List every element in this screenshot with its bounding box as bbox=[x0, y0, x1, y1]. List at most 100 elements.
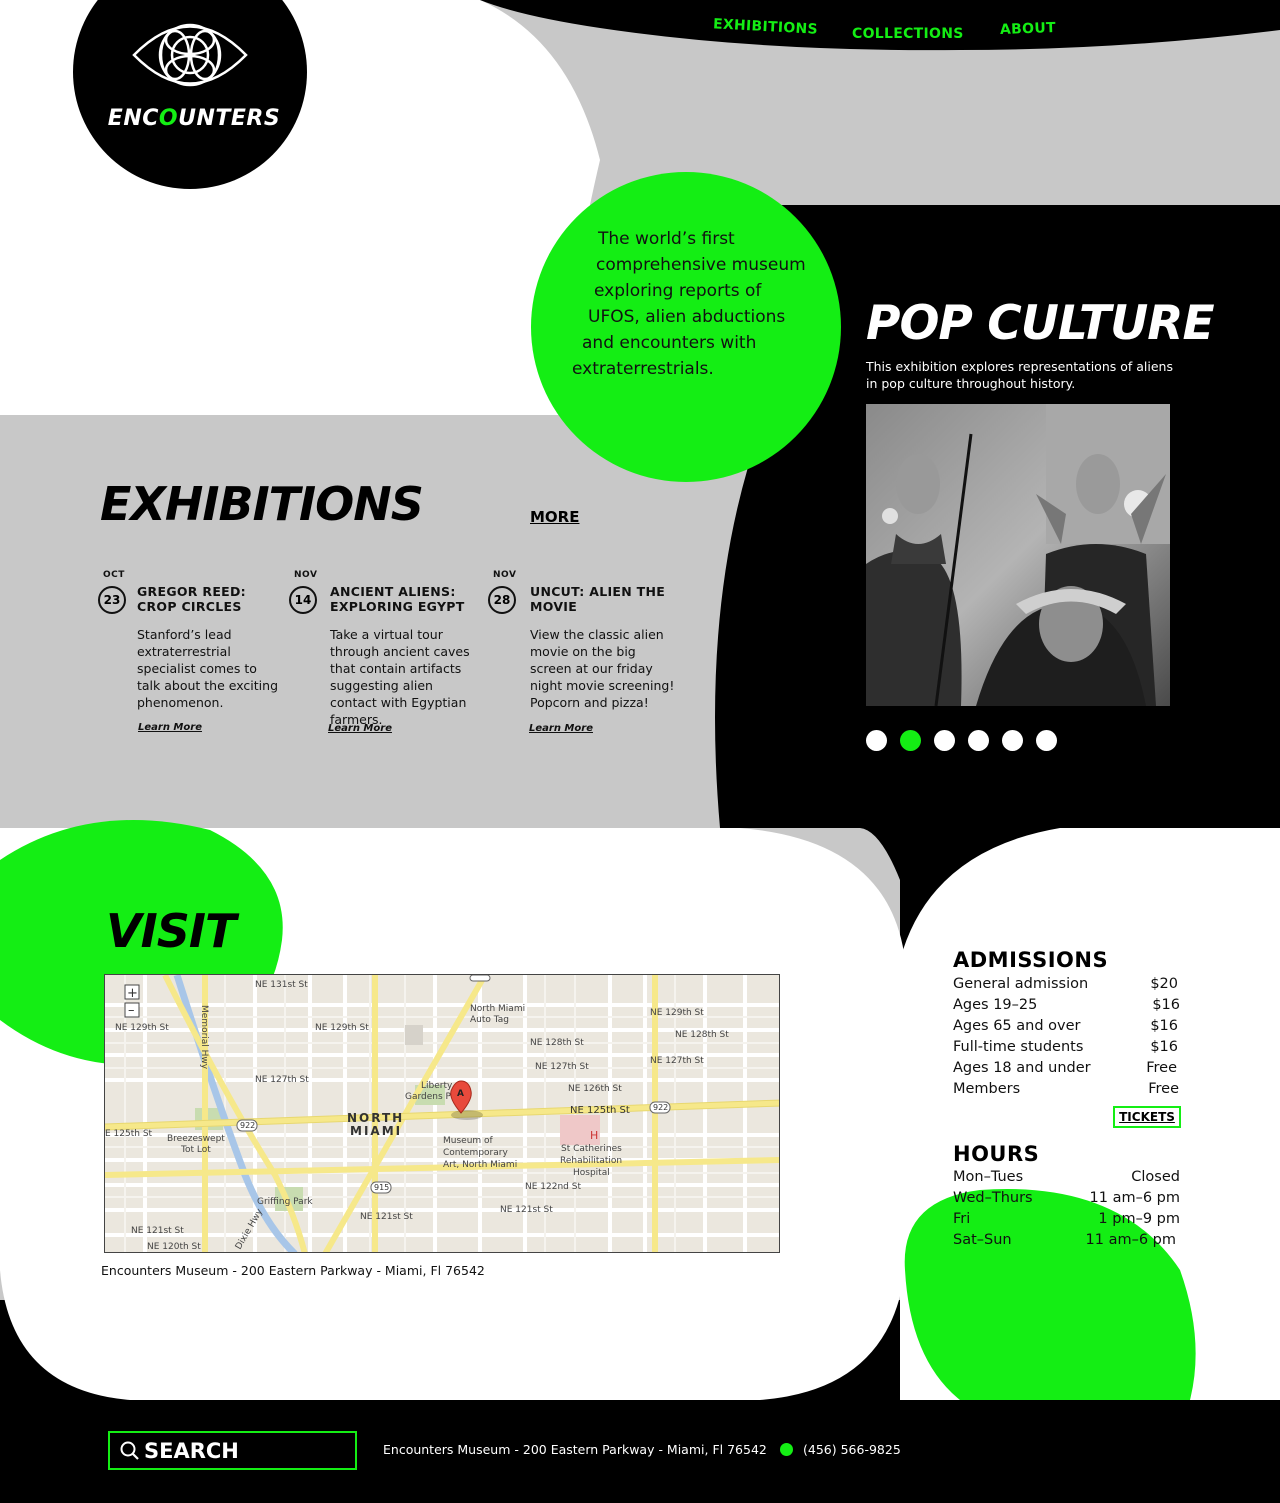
map-marker-label: A bbox=[457, 1089, 464, 1099]
visit-title: VISIT bbox=[106, 904, 236, 958]
event-title: GREGOR REED: CROP CIRCLES bbox=[137, 584, 246, 614]
map-label: Memorial Hwy bbox=[199, 1005, 209, 1070]
map-label: NE 127th St bbox=[255, 1075, 309, 1085]
admission-price: Free bbox=[1146, 1060, 1177, 1076]
map-label: Liberty bbox=[421, 1081, 453, 1091]
map-label: NORTH bbox=[347, 1111, 404, 1125]
map-label: 915 bbox=[374, 1183, 389, 1192]
hours-label: Sat–Sun bbox=[953, 1232, 1012, 1248]
intro-line: extraterrestrials. bbox=[572, 359, 714, 379]
map-label: Tot Lot bbox=[180, 1145, 211, 1155]
event-day: 23 bbox=[98, 586, 126, 614]
admission-label: Ages 65 and over bbox=[953, 1018, 1081, 1034]
hours-value: 11 am–6 pm bbox=[1089, 1190, 1180, 1206]
learn-more-link[interactable]: Learn More bbox=[328, 723, 392, 734]
search-label: SEARCH bbox=[144, 1438, 239, 1463]
hours-label: Wed–Thurs bbox=[953, 1190, 1033, 1206]
learn-more-link[interactable]: Learn More bbox=[138, 722, 202, 733]
eye-orbit-icon bbox=[132, 23, 248, 87]
aliens-photo bbox=[866, 404, 1170, 706]
map-label: NE 131st St bbox=[255, 980, 308, 990]
carousel-dot[interactable] bbox=[1036, 730, 1057, 751]
map-label: 922 bbox=[240, 1121, 255, 1130]
search-box[interactable]: SEARCH bbox=[108, 1431, 357, 1470]
map-label: North Miami bbox=[470, 1004, 525, 1014]
hours-value: 11 am–6 pm bbox=[1085, 1232, 1176, 1248]
map-label: NE 126th St bbox=[568, 1084, 622, 1094]
event-day: 28 bbox=[488, 586, 516, 614]
footer-phone[interactable]: (456) 566-9825 bbox=[803, 1442, 901, 1457]
nav-collections[interactable]: COLLECTIONS bbox=[852, 26, 964, 42]
intro-line: comprehensive museum bbox=[596, 255, 806, 275]
feature-title: POP CULTURE bbox=[866, 296, 1215, 351]
event-month: NOV bbox=[493, 570, 517, 580]
event-month: OCT bbox=[103, 570, 125, 580]
nav-about[interactable]: ABOUT bbox=[1000, 20, 1056, 38]
admission-price: $16 bbox=[1150, 1018, 1178, 1034]
hours-title: HOURS bbox=[953, 1142, 1040, 1166]
event-description: Take a virtual tour through ancient cave… bbox=[330, 627, 470, 727]
footer-separator-dot bbox=[780, 1443, 793, 1456]
admission-label: Members bbox=[953, 1081, 1021, 1097]
carousel-dot[interactable] bbox=[934, 730, 955, 751]
map-label: H bbox=[590, 1129, 598, 1142]
tickets-button[interactable]: TICKETS bbox=[1113, 1106, 1181, 1128]
hours-label: Mon–Tues bbox=[953, 1169, 1024, 1185]
map-label: Hospital bbox=[573, 1168, 610, 1178]
admission-price: $16 bbox=[1152, 997, 1180, 1013]
carousel-dots bbox=[866, 730, 1057, 751]
learn-more-link[interactable]: Learn More bbox=[529, 723, 593, 734]
admission-price: $16 bbox=[1150, 1039, 1178, 1055]
carousel-dot-active[interactable] bbox=[900, 730, 921, 751]
intro-line: exploring reports of bbox=[594, 281, 762, 301]
intro-line: and encounters with bbox=[582, 333, 757, 353]
map-label: Art, North Miami bbox=[443, 1160, 517, 1170]
search-icon bbox=[120, 1441, 139, 1460]
carousel-dot[interactable] bbox=[968, 730, 989, 751]
map-label: NE 121st St bbox=[360, 1212, 413, 1222]
logo-wordmark[interactable]: ENCOUNTERS bbox=[104, 106, 284, 131]
carousel-dot[interactable] bbox=[1002, 730, 1023, 751]
feature-image[interactable] bbox=[866, 404, 1170, 706]
map-label: E 125th St bbox=[105, 1129, 153, 1139]
map-label: NE 121st St bbox=[500, 1205, 553, 1215]
admissions-title: ADMISSIONS bbox=[953, 948, 1109, 972]
map-label: NE 129th St bbox=[315, 1023, 369, 1033]
map-label: NE 129th St bbox=[115, 1023, 169, 1033]
intro-text: The world’s first comprehensive museum e… bbox=[572, 226, 822, 382]
hours-label: Fri bbox=[953, 1211, 971, 1227]
hours-value: Closed bbox=[1131, 1169, 1180, 1185]
admission-label: General admission bbox=[953, 976, 1089, 992]
admission-price: Free bbox=[1148, 1081, 1179, 1097]
admission-label: Ages 19–25 bbox=[953, 997, 1038, 1013]
svg-text:+: + bbox=[127, 986, 138, 1001]
visit-address: Encounters Museum - 200 Eastern Parkway … bbox=[101, 1263, 485, 1278]
map-label: NE 125th St bbox=[570, 1105, 630, 1116]
event-description: Stanford’s lead extraterrestrial special… bbox=[137, 627, 278, 710]
intro-line: UFOS, alien abductions bbox=[588, 307, 786, 327]
map-label: Breezeswept bbox=[167, 1134, 225, 1144]
map-label: Contemporary bbox=[443, 1148, 508, 1158]
more-link[interactable]: MORE bbox=[530, 508, 579, 526]
feature-description: This exhibition explores representations… bbox=[866, 359, 1173, 391]
carousel-dot[interactable] bbox=[866, 730, 887, 751]
map-label: NE 121st St bbox=[131, 1226, 184, 1236]
svg-text:–: – bbox=[128, 1003, 135, 1018]
footer-address: Encounters Museum - 200 Eastern Parkway … bbox=[383, 1442, 767, 1457]
map-label: NE 128th St bbox=[675, 1030, 729, 1040]
event-description: View the classic alien movie on the big … bbox=[530, 627, 675, 710]
map-label: NE 129th St bbox=[650, 1008, 704, 1018]
event-title: UNCUT: ALIEN THE MOVIE bbox=[530, 584, 666, 614]
event-month: NOV bbox=[294, 570, 318, 580]
map-label: NE 128th St bbox=[530, 1038, 584, 1048]
map-label: St Catherines bbox=[561, 1144, 622, 1154]
location-map[interactable]: + – NE 131st St NE 129th St NE 129th St … bbox=[104, 974, 780, 1253]
map-label: MIAMI bbox=[350, 1124, 402, 1138]
map-label: Gardens P bbox=[405, 1092, 452, 1102]
map-label: Griffing Park bbox=[257, 1197, 313, 1207]
hours-value: 1 pm–9 pm bbox=[1098, 1211, 1180, 1227]
event-day: 14 bbox=[289, 586, 317, 614]
map-label: 922 bbox=[653, 1103, 668, 1112]
map-label: NE 127th St bbox=[650, 1056, 704, 1066]
admission-label: Full-time students bbox=[953, 1039, 1084, 1055]
